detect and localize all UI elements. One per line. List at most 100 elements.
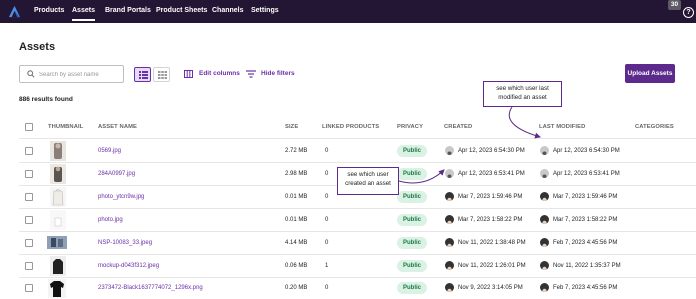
- user-avatar-icon: [445, 238, 454, 247]
- top-nav: Products Assets Brand Portals Product Sh…: [0, 0, 696, 23]
- asset-name-link[interactable]: 2373472-Black1637774072_1296x.png: [98, 285, 203, 291]
- user-avatar-icon: [445, 169, 454, 178]
- header-thumbnail: THUMBNAIL: [48, 124, 84, 130]
- search-input[interactable]: [39, 69, 119, 80]
- callout-last-modified: see which user last modified an asset: [483, 81, 562, 107]
- asset-name-link[interactable]: NSP-10083_33.jpeg: [98, 240, 152, 246]
- callout-created: see which user created an asset: [337, 167, 399, 195]
- created-date: Apr 12, 2023 6:53:41 PM: [458, 171, 525, 177]
- list-view-toggle[interactable]: [134, 67, 151, 82]
- arrow-to-last-modified: [508, 106, 541, 139]
- asset-name-link[interactable]: mockup-d043f312.jpeg: [98, 263, 159, 269]
- created-date: Nov 9, 2022 3:14:05 PM: [458, 285, 523, 291]
- upload-assets-button[interactable]: Upload Assets: [625, 64, 675, 83]
- asset-thumbnail[interactable]: [48, 279, 66, 298]
- nav-assets[interactable]: Assets: [72, 7, 95, 21]
- asset-name-link[interactable]: photo_ytcn9w.jpg: [98, 194, 144, 200]
- page-title: Assets: [19, 41, 56, 53]
- user-avatar-icon: [540, 169, 549, 178]
- row-checkbox[interactable]: [25, 170, 33, 178]
- created-date: Mar 7, 2023 1:59:46 PM: [458, 194, 523, 200]
- asset-thumbnail[interactable]: [50, 164, 66, 184]
- app-logo-icon[interactable]: [8, 5, 21, 18]
- header-created[interactable]: CREATED: [444, 124, 472, 130]
- header-linked-products[interactable]: LINKED PRODUCTS: [322, 124, 379, 130]
- columns-icon: [184, 70, 193, 78]
- row-divider: [19, 277, 696, 278]
- linked-products-count: 1: [325, 263, 329, 269]
- list-view-icon: [139, 71, 148, 79]
- edit-columns-label: Edit columns: [199, 70, 240, 77]
- asset-thumbnail[interactable]: [50, 210, 66, 230]
- asset-thumbnail[interactable]: [50, 187, 66, 207]
- asset-size: 0.20 MB: [285, 285, 308, 291]
- asset-thumbnail[interactable]: [50, 256, 66, 276]
- header-size[interactable]: SIZE: [285, 124, 298, 130]
- privacy-badge: Public: [397, 145, 427, 157]
- user-avatar-icon: [540, 192, 549, 201]
- user-avatar-icon: [445, 261, 454, 270]
- user-avatar-icon: [540, 261, 549, 270]
- callout-text: see which user: [347, 171, 389, 178]
- privacy-badge: Public: [397, 237, 427, 249]
- row-checkbox[interactable]: [25, 193, 33, 201]
- header-asset-name[interactable]: ASSET NAME: [98, 124, 137, 130]
- grid-view-icon: [158, 71, 167, 79]
- user-avatar-icon: [540, 238, 549, 247]
- linked-products-count: 0: [325, 285, 329, 291]
- row-checkbox[interactable]: [25, 262, 33, 270]
- created-date: Apr 12, 2023 6:54:30 PM: [458, 148, 525, 154]
- linked-products-count: 0: [325, 171, 329, 177]
- search-box[interactable]: [19, 65, 124, 83]
- asset-thumbnail[interactable]: [50, 141, 66, 161]
- user-avatar-icon: [540, 283, 549, 292]
- row-checkbox[interactable]: [25, 239, 33, 247]
- asset-name-link[interactable]: photo.jpg: [98, 217, 123, 223]
- select-all-checkbox[interactable]: [25, 123, 33, 131]
- asset-name-link[interactable]: 284A0997.jpg: [98, 171, 135, 177]
- modified-date: Mar 7, 2023 1:59:46 PM: [553, 194, 618, 200]
- header-privacy[interactable]: PRIVACY: [397, 124, 423, 130]
- privacy-badge: Public: [397, 191, 427, 203]
- nav-brand-portals[interactable]: Brand Portals: [105, 7, 151, 14]
- notification-badge[interactable]: 30: [668, 0, 681, 10]
- asset-name-link[interactable]: 0569.jpg: [98, 148, 121, 154]
- row-divider: [19, 208, 696, 209]
- privacy-badge: Public: [397, 168, 427, 180]
- created-date: Nov 11, 2022 1:26:01 PM: [458, 263, 526, 269]
- privacy-badge: Public: [397, 214, 427, 226]
- linked-products-count: 0: [325, 217, 329, 223]
- created-date: Nov 11, 2022 1:38:48 PM: [458, 240, 526, 246]
- user-avatar-icon: [445, 283, 454, 292]
- help-icon[interactable]: ?: [683, 7, 694, 18]
- results-count: 886 results found: [19, 96, 73, 103]
- nav-settings[interactable]: Settings: [251, 7, 279, 14]
- hide-filters-label: Hide filters: [261, 70, 295, 77]
- header-last-modified[interactable]: LAST MODIFIED: [539, 124, 585, 130]
- row-checkbox[interactable]: [25, 147, 33, 155]
- asset-size: 4.14 MB: [285, 240, 308, 246]
- asset-size: 0.01 MB: [285, 194, 308, 200]
- modified-date: Apr 12, 2023 6:54:30 PM: [553, 148, 620, 154]
- linked-products-count: 0: [325, 194, 329, 200]
- user-avatar-icon: [445, 192, 454, 201]
- privacy-badge: Public: [397, 260, 427, 272]
- asset-size: 0.01 MB: [285, 217, 308, 223]
- search-icon: [27, 70, 35, 78]
- asset-thumbnail[interactable]: [47, 236, 67, 249]
- grid-view-toggle[interactable]: [153, 67, 170, 82]
- nav-products[interactable]: Products: [34, 7, 64, 14]
- nav-product-sheets[interactable]: Product Sheets: [156, 7, 207, 14]
- asset-size: 2.98 MB: [285, 171, 308, 177]
- user-avatar-icon: [540, 215, 549, 224]
- header-categories[interactable]: CATEGORIES: [635, 124, 674, 130]
- header-divider: [19, 138, 696, 139]
- modified-date: Nov 11, 2022 1:35:37 PM: [553, 263, 621, 269]
- linked-products-count: 0: [325, 240, 329, 246]
- callout-text: created an asset: [345, 179, 391, 187]
- nav-channels[interactable]: Channels: [212, 7, 244, 14]
- row-checkbox[interactable]: [25, 216, 33, 224]
- modified-date: Feb 7, 2023 4:45:56 PM: [553, 285, 618, 291]
- user-avatar-icon: [445, 146, 454, 155]
- row-checkbox[interactable]: [25, 284, 33, 292]
